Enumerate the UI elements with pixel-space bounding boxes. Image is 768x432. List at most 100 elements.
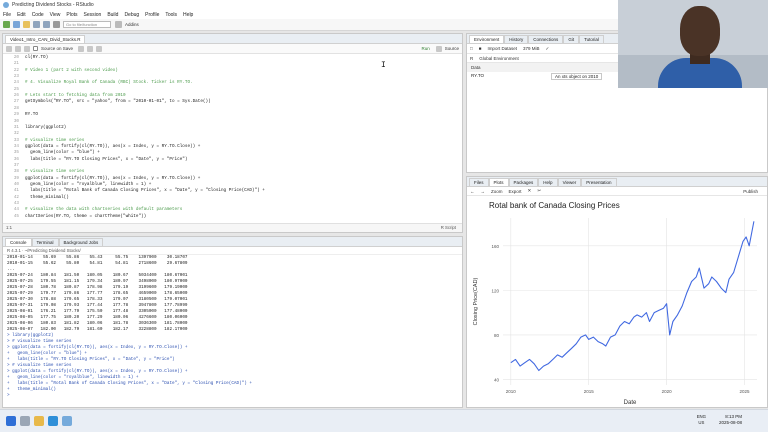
memory-usage[interactable]: 379 MiB (523, 46, 540, 51)
tab-background-jobs[interactable]: Background Jobs (58, 238, 104, 246)
code-line[interactable]: 35 geom_line(color = "blue") + (3, 150, 462, 155)
code-line[interactable]: 34 ggplot(data = fortify(cl(RY.TO)), aes(… (3, 144, 462, 149)
export-button[interactable]: Export (509, 189, 522, 194)
menu-session[interactable]: Session (84, 12, 102, 18)
tab-terminal[interactable]: Terminal (31, 238, 59, 246)
console-output[interactable]: 2010-01-14 55.69 55.86 55.43 55.75 13979… (3, 255, 462, 407)
broom-icon[interactable]: ✓ (545, 46, 549, 52)
source-on-save-checkbox[interactable] (33, 46, 38, 51)
search-icon[interactable] (78, 45, 85, 52)
tab-plots[interactable]: Plots (488, 178, 509, 186)
back-arrow-icon[interactable] (6, 45, 12, 52)
console-line: 2010-01-14 55.69 55.86 55.43 55.75 13979… (7, 255, 188, 260)
code-line[interactable]: 38 # visualize time series (3, 169, 462, 174)
window-title: Predicting Dividend Stocks - RStudio (12, 2, 94, 8)
code-line[interactable]: 29 RY.TO (3, 112, 462, 117)
code-line[interactable]: 39 ggplot(data = fortify(cl(RY.TO)), aes(… (3, 176, 462, 181)
code-line[interactable]: 26 # Lets start to fetching data from 201… (3, 93, 462, 98)
code-line[interactable]: 22 # Video 1 (part 2 with second video) (3, 68, 462, 73)
browser-icon[interactable] (48, 416, 58, 426)
language-dropdown[interactable]: R (470, 56, 473, 61)
tab-viewer[interactable]: Viewer (557, 178, 582, 186)
windows-start-icon[interactable] (6, 416, 16, 426)
publish-button[interactable]: Publish (743, 189, 758, 194)
code-line[interactable]: 27 getSymbols("RY.TO", src = "yahoo", fro… (3, 99, 462, 104)
code-line[interactable]: 40 geom_line(color = "royalblue", linewi… (3, 182, 462, 187)
tab-tutorial[interactable]: Tutorial (579, 35, 604, 43)
code-line[interactable]: 43 (3, 201, 462, 206)
open-file-icon[interactable] (23, 21, 30, 28)
save-icon[interactable] (33, 21, 40, 28)
addins-menu[interactable]: Addins (125, 22, 139, 27)
code-text: library(ggplot2) (25, 124, 67, 130)
tab-presentation[interactable]: Presentation (581, 178, 617, 186)
tab-connections[interactable]: Connections (528, 35, 564, 43)
tab-files[interactable]: Files (469, 178, 489, 186)
tab-help[interactable]: Help (538, 178, 558, 186)
menu-debug[interactable]: Debug (124, 12, 139, 18)
run-button[interactable]: Run (421, 46, 429, 51)
open-icon[interactable]: □ (470, 46, 473, 51)
menu-edit[interactable]: Edit (17, 12, 26, 18)
menu-view[interactable]: View (50, 12, 61, 18)
goto-file-input[interactable]: Go to file/function (63, 21, 111, 28)
menu-plots[interactable]: Plots (66, 12, 77, 18)
print-icon[interactable] (53, 21, 60, 28)
rerun-icon[interactable] (435, 45, 442, 52)
tab-git[interactable]: Git (563, 35, 580, 43)
new-file-icon[interactable] (3, 21, 10, 28)
code-line[interactable]: 20 cl(RY.TO) (3, 55, 462, 60)
code-line[interactable]: 37 (3, 163, 462, 168)
file-type-label[interactable]: R Script (441, 224, 456, 232)
global-environment-dropdown[interactable]: Global Environment (479, 56, 519, 61)
code-line[interactable]: 30 (3, 119, 462, 124)
remove-plot-icon[interactable]: ✕ (528, 188, 532, 194)
save-file-icon[interactable] (24, 45, 30, 52)
menu-code[interactable]: Code (32, 12, 44, 18)
code-line[interactable]: 24 # 4. Visualize Royal Bank of Canada (R… (3, 80, 462, 85)
code-line[interactable]: 44 # visualize the data with chartseries … (3, 207, 462, 212)
console-line: + geom_line(color = "blue") + (7, 351, 87, 356)
zoom-button[interactable]: Zoom (491, 189, 503, 194)
rstudio-taskbar-icon[interactable] (62, 416, 72, 426)
source-button[interactable]: Source (445, 46, 459, 51)
save-workspace-icon[interactable]: ■ (479, 46, 482, 51)
code-line[interactable]: 25 (3, 87, 462, 92)
code-line[interactable]: 33 # visualize time series (3, 138, 462, 143)
tab-environment[interactable]: Environment (469, 35, 505, 43)
tab-history[interactable]: History (504, 35, 529, 43)
code-line[interactable]: 32 (3, 131, 462, 136)
previous-plot-icon[interactable]: ← (470, 189, 475, 194)
language-indicator[interactable]: ENG US (697, 414, 706, 426)
code-line[interactable]: 36 labs(title = "RY.TO Closing Prices", … (3, 157, 462, 162)
wand-icon[interactable] (87, 45, 94, 52)
clock[interactable]: 8:13 PM 2025-08-08 (719, 414, 742, 426)
layout-icon[interactable] (115, 21, 122, 28)
code-line[interactable]: 41 labs(title = "Rotal Bank of Canada Cl… (3, 188, 462, 193)
code-text: theme_minimal() (25, 194, 69, 200)
code-line[interactable]: 23 (3, 74, 462, 79)
search-taskbar-icon[interactable] (20, 416, 30, 426)
code-editor[interactable]: 20 cl(RY.TO) 21 22 # Video 1 (part 2 with se… (3, 55, 462, 222)
save-all-icon[interactable] (43, 21, 50, 28)
tab-console[interactable]: Console (5, 238, 32, 246)
menu-profile[interactable]: Profile (145, 12, 159, 18)
menu-build[interactable]: Build (107, 12, 118, 18)
clear-plots-icon[interactable]: ✂ (537, 188, 541, 194)
forward-arrow-icon[interactable] (15, 45, 21, 52)
document-outline-icon[interactable] (96, 45, 103, 52)
tab-packages[interactable]: Packages (508, 178, 539, 186)
menu-help[interactable]: Help (183, 12, 193, 18)
code-line[interactable]: 28 (3, 106, 462, 111)
import-dataset-button[interactable]: Import Dataset (487, 46, 517, 51)
tab-source-file[interactable]: Video1_Intro_CAN_Divid_Stocks.R (5, 35, 86, 43)
menu-file[interactable]: File (3, 12, 11, 18)
code-line[interactable]: 31 library(ggplot2) (3, 125, 462, 130)
next-plot-icon[interactable]: → (481, 189, 486, 194)
menu-tools[interactable]: Tools (165, 12, 177, 18)
code-line[interactable]: 21 (3, 61, 462, 66)
code-line[interactable]: 45 chartSeries(RY.TO, theme = chartTheme(… (3, 214, 462, 219)
file-explorer-icon[interactable] (34, 416, 44, 426)
code-line[interactable]: 42 theme_minimal() (3, 195, 462, 200)
new-project-icon[interactable] (13, 21, 20, 28)
